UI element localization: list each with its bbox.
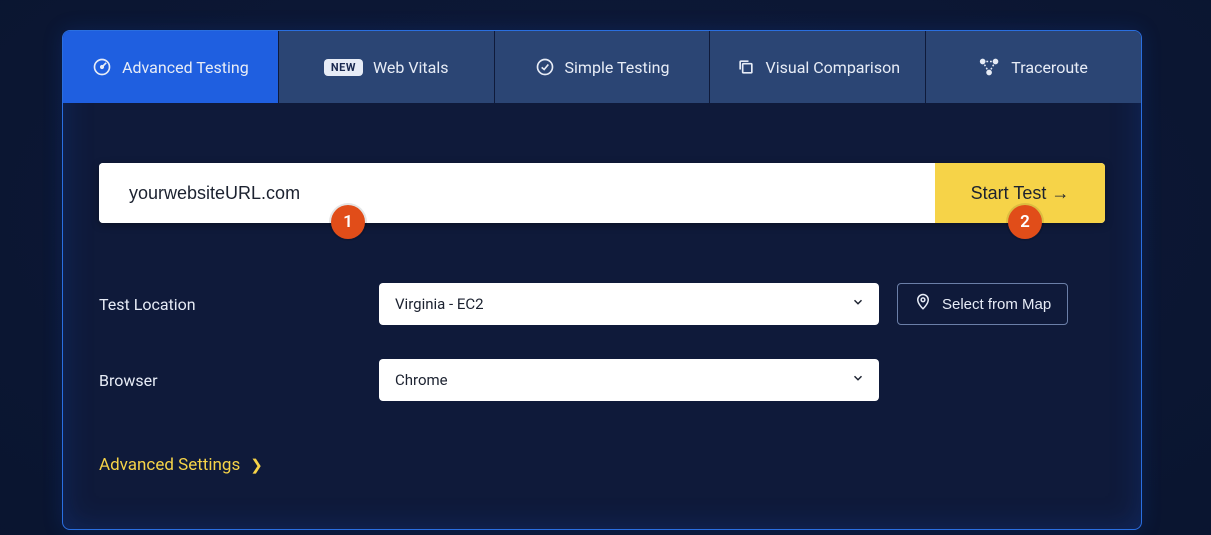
route-icon xyxy=(979,57,1001,77)
gauge-icon xyxy=(92,57,112,77)
url-input[interactable] xyxy=(99,163,935,223)
chevron-down-icon xyxy=(851,295,865,313)
advanced-settings-link[interactable]: Advanced Settings ❯ xyxy=(99,455,263,475)
tab-simple-testing[interactable]: Simple Testing xyxy=(495,31,711,103)
tab-visual-comparison[interactable]: Visual Comparison xyxy=(710,31,926,103)
select-from-map-button[interactable]: Select from Map xyxy=(897,283,1068,325)
chevron-right-icon: ❯ xyxy=(250,456,263,474)
content-area: Start Test → Test Location Virginia - EC… xyxy=(63,103,1141,475)
testing-panel: Advanced Testing NEW Web Vitals Simple T… xyxy=(62,30,1142,530)
tab-label: Visual Comparison xyxy=(766,58,901,77)
copy-icon xyxy=(736,57,756,77)
tab-label: Web Vitals xyxy=(373,58,449,77)
tab-label: Simple Testing xyxy=(565,58,670,77)
tab-label: Traceroute xyxy=(1011,58,1088,77)
tab-traceroute[interactable]: Traceroute xyxy=(926,31,1141,103)
new-badge: NEW xyxy=(324,59,363,76)
test-location-label: Test Location xyxy=(99,295,379,314)
tab-web-vitals[interactable]: NEW Web Vitals xyxy=(279,31,495,103)
browser-row: Browser Chrome xyxy=(99,359,1105,401)
test-location-row: Test Location Virginia - EC2 Select from… xyxy=(99,283,1105,325)
browser-select[interactable]: Chrome xyxy=(379,359,879,401)
browser-label: Browser xyxy=(99,371,379,390)
annotation-badge-2: 2 xyxy=(1008,205,1042,239)
tab-label: Advanced Testing xyxy=(122,58,249,77)
map-pin-icon xyxy=(914,293,932,315)
chevron-down-icon xyxy=(851,371,865,389)
tab-advanced-testing[interactable]: Advanced Testing xyxy=(63,31,279,103)
select-value: Virginia - EC2 xyxy=(395,295,484,313)
select-map-label: Select from Map xyxy=(942,296,1051,313)
check-circle-icon xyxy=(535,57,555,77)
test-location-select[interactable]: Virginia - EC2 xyxy=(379,283,879,325)
advanced-settings-label: Advanced Settings xyxy=(99,455,240,475)
select-value: Chrome xyxy=(395,371,448,389)
tab-bar: Advanced Testing NEW Web Vitals Simple T… xyxy=(63,31,1141,103)
annotation-badge-1: 1 xyxy=(331,205,365,239)
url-row: Start Test → xyxy=(99,163,1105,223)
